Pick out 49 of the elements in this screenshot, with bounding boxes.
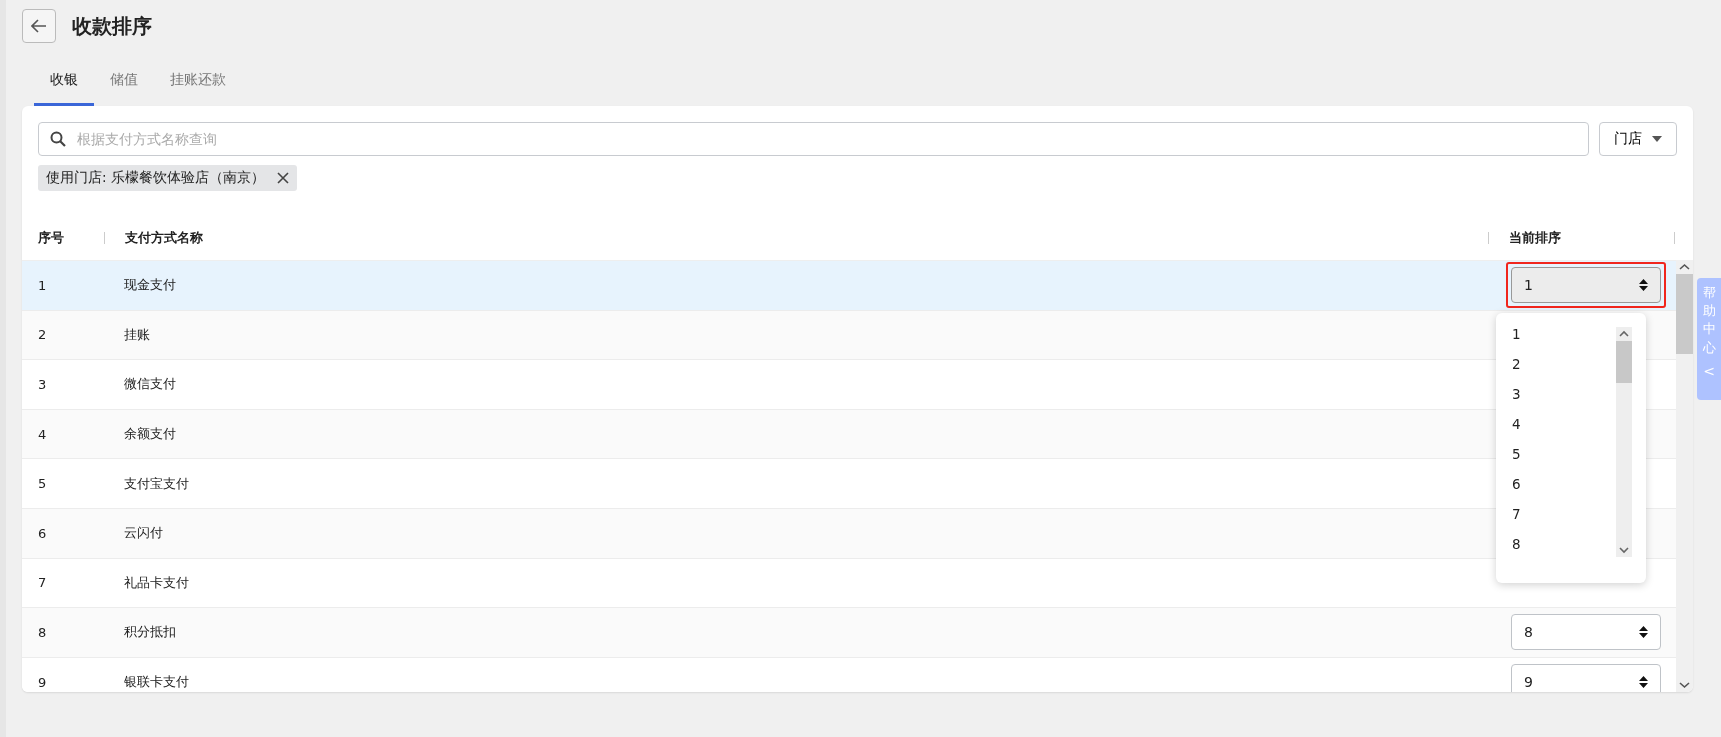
tab[interactable]: 挂账还款 <box>154 59 242 106</box>
table-row[interactable]: 7 礼品卡支付 <box>22 558 1676 609</box>
table-cell-text: 积分抵扣 <box>123 623 177 642</box>
dropdown-option[interactable]: 1 <box>1512 319 1616 349</box>
order-select[interactable]: 9 <box>1511 664 1661 692</box>
table-cell-text: 挂账 <box>123 325 151 344</box>
back-arrow-icon <box>31 19 47 33</box>
page-title: 收款排序 <box>72 12 152 40</box>
tab[interactable]: 储值 <box>94 59 154 106</box>
close-icon[interactable] <box>276 172 289 184</box>
table-cell-text: 6 <box>37 525 48 541</box>
table-cell-text: 余额支付 <box>123 425 177 444</box>
sort-arrows-icon <box>1639 625 1648 640</box>
back-button[interactable] <box>22 9 56 43</box>
table-cell-text: 现金支付 <box>123 276 177 295</box>
table-cell-text: 云闪付 <box>123 524 164 543</box>
order-select[interactable]: 1 <box>1511 267 1661 304</box>
table-cell-text: 9 <box>37 674 48 690</box>
dropdown-option[interactable]: 4 <box>1512 409 1616 439</box>
table-cell-text: 银联卡支付 <box>123 673 190 692</box>
column-header: 支付方式名称 <box>124 228 204 247</box>
scrollbar-thumb[interactable] <box>1676 274 1693 354</box>
table-cell-text: 8 <box>37 624 48 640</box>
table-cell-text: 3 <box>37 377 48 392</box>
dropdown-option[interactable]: 8 <box>1512 529 1616 557</box>
search-icon <box>50 131 66 147</box>
dropdown-option[interactable]: 3 <box>1512 379 1616 409</box>
column-header: 序号 <box>37 228 65 247</box>
table-cell-text: 2 <box>37 327 48 343</box>
search-field[interactable]: 根据支付方式名称查询 <box>38 122 1589 156</box>
scrollbar-thumb[interactable] <box>1616 341 1632 383</box>
table-row[interactable]: 9 银联卡支付 9 <box>22 657 1676 692</box>
column-header: 当前排序 <box>1508 228 1562 247</box>
sort-arrows-icon <box>1639 675 1648 690</box>
table-cell-text: 1 <box>37 277 48 293</box>
table-cell-text: 7 <box>37 575 48 591</box>
table-row[interactable]: 8 积分抵扣 8 <box>22 608 1676 658</box>
dropdown-option[interactable]: 6 <box>1512 469 1616 499</box>
table-cell-text: 5 <box>37 476 48 492</box>
table-row[interactable]: 1 现金支付 1 <box>22 261 1676 311</box>
table-cell-text: 礼品卡支付 <box>123 573 190 592</box>
chip-label: 使用门店: 乐檬餐饮体验店（南京） <box>46 169 265 187</box>
sort-arrows-icon <box>1639 278 1648 293</box>
caret-icon <box>1652 136 1662 142</box>
order-select[interactable]: 8 <box>1511 614 1661 651</box>
table-cell-text: 微信支付 <box>123 375 177 394</box>
table-cell-text: 4 <box>37 426 48 442</box>
table-cell-text: 支付宝支付 <box>123 474 190 493</box>
store-filter-button[interactable]: 门店 <box>1599 122 1677 156</box>
